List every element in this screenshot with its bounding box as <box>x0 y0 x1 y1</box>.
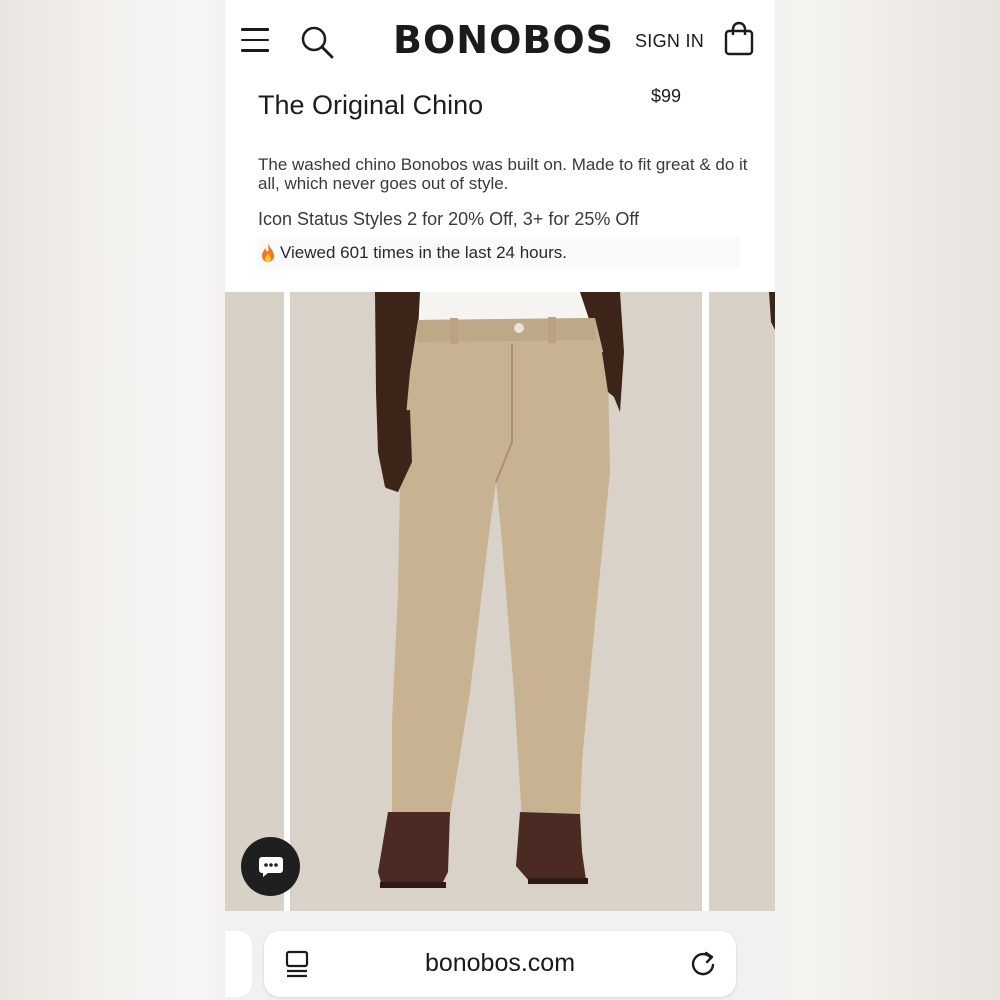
gallery-slide-current[interactable] <box>290 292 702 911</box>
url-text[interactable]: bonobos.com <box>264 949 736 978</box>
chat-button[interactable] <box>241 837 300 896</box>
promo-text: Icon Status Styles 2 for 20% Off, 3+ for… <box>258 209 640 229</box>
model-image-next <box>709 292 775 911</box>
search-icon[interactable] <box>299 24 335 60</box>
model-image <box>290 292 702 911</box>
view-count-text: Viewed 601 times in the last 24 hours. <box>280 243 567 262</box>
sign-in-link[interactable]: SIGN IN <box>635 31 704 52</box>
site-header: BONOBOS SIGN IN <box>225 0 775 82</box>
previous-tab[interactable] <box>225 931 252 997</box>
hamburger-icon[interactable] <box>241 28 269 52</box>
product-gallery[interactable] <box>225 292 775 911</box>
phone-screen: BONOBOS SIGN IN The Original Chino $99 T… <box>225 0 775 1000</box>
product-description: The washed chino Bonobos was built on. M… <box>258 155 748 193</box>
chat-bubble-icon <box>258 856 283 877</box>
gallery-slide-previous[interactable] <box>225 292 284 911</box>
product-title: The Original Chino <box>258 90 484 120</box>
brand-logo[interactable]: BONOBOS <box>393 18 614 62</box>
browser-toolbar: bonobos.com <box>225 911 775 1000</box>
shopping-bag-icon[interactable] <box>723 21 755 57</box>
product-price: $99 <box>651 86 682 106</box>
gallery-slide-next[interactable] <box>709 292 775 911</box>
fire-icon <box>262 243 274 262</box>
address-bar[interactable]: bonobos.com <box>264 931 736 997</box>
view-count-banner: Viewed 601 times in the last 24 hours. <box>258 237 740 269</box>
reload-icon[interactable] <box>688 949 718 979</box>
